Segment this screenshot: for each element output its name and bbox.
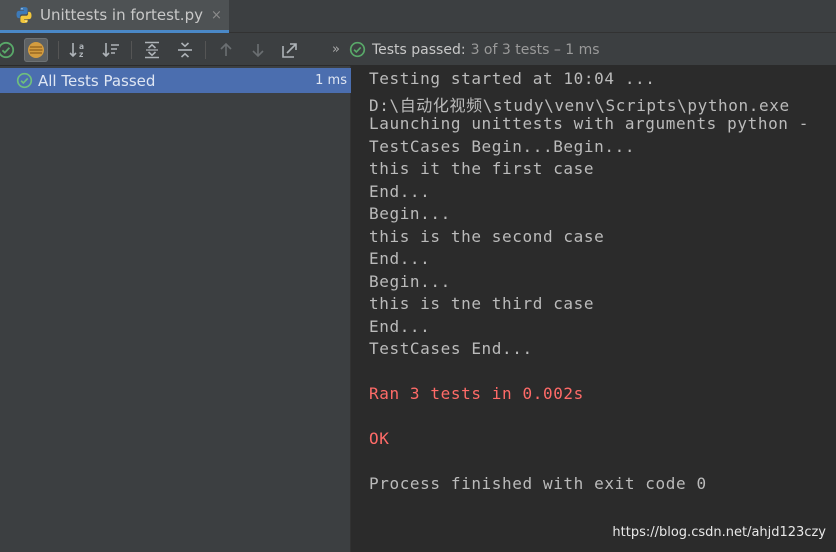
tree-item-all-tests[interactable]: All Tests Passed 1 ms — [0, 68, 351, 93]
toolbar-separator — [205, 41, 206, 59]
console-line: End... — [369, 316, 431, 336]
expand-all-button[interactable] — [140, 38, 164, 62]
watermark: https://blog.csdn.net/ahjd123czy — [612, 525, 826, 540]
check-circle-icon — [0, 41, 15, 59]
tree-item-label: All Tests Passed — [38, 71, 156, 90]
status-label: Tests passed: — [371, 41, 466, 58]
arrow-up-icon — [220, 42, 232, 56]
console-line: this is the second case — [369, 226, 605, 246]
console-line: Begin... — [369, 271, 451, 291]
toolbar-separator — [58, 41, 59, 59]
chevron-right-icon[interactable]: » — [332, 42, 340, 57]
export-results-button[interactable] — [278, 38, 302, 62]
tab-title: Unittests in fortest.py — [40, 6, 203, 24]
collapse-all-button[interactable] — [173, 38, 197, 62]
export-icon — [282, 43, 297, 58]
console-line: this it the first case — [369, 159, 595, 178]
expand-all-icon — [145, 41, 159, 59]
tree-item-duration: 1 ms — [315, 73, 347, 88]
previous-failed-test-button[interactable] — [214, 38, 238, 62]
tab-bar: Unittests in fortest.py × — [0, 0, 836, 33]
console-line: Ran 3 tests in 0.002s — [369, 384, 584, 403]
test-tree-panel: All Tests Passed 1 ms — [0, 66, 351, 552]
console-line: End... — [369, 181, 431, 201]
console-line: OK — [369, 429, 390, 448]
sort-alphabetically-button[interactable]: a z — [66, 38, 90, 62]
arrow-down-icon — [252, 44, 264, 58]
test-status-bar: » Tests passed: 3 of 3 tests – 1 ms — [332, 33, 600, 66]
console-line: Begin... — [369, 204, 451, 223]
console-line: End... — [369, 249, 431, 268]
console-line: TestCases Begin...Begin... — [369, 136, 636, 156]
console-line: Process finished with exit code 0 — [369, 474, 707, 493]
toolbar-separator — [131, 41, 132, 59]
show-ignored-button[interactable] — [24, 38, 48, 62]
check-circle-icon — [349, 41, 366, 58]
check-circle-icon — [16, 72, 33, 89]
tab-unittests[interactable]: Unittests in fortest.py × — [0, 0, 229, 33]
sort-by-duration-button[interactable] — [99, 38, 123, 62]
console-line: Launching unittests with arguments pytho… — [369, 114, 810, 133]
show-passed-button[interactable] — [0, 38, 18, 62]
svg-text:z: z — [79, 50, 83, 59]
console-line: TestCases End... — [369, 339, 533, 358]
sort-duration-icon — [102, 43, 119, 58]
console-line: Testing started at 10:04 ... — [369, 69, 656, 88]
tab-close-icon[interactable]: × — [211, 8, 222, 23]
python-icon — [15, 6, 33, 24]
console-output[interactable]: Testing started at 10:04 ... D:\自动化视频\stu… — [351, 66, 836, 552]
console-line: this is tne third case — [369, 294, 595, 313]
status-count: 3 of 3 tests – 1 ms — [470, 41, 600, 58]
collapse-all-icon — [178, 42, 192, 58]
ignored-icon — [28, 42, 44, 58]
console-line: D:\自动化视频\study\venv\Scripts\python.exe — [369, 95, 790, 115]
sort-alpha-icon: a z — [69, 42, 84, 59]
next-failed-test-button[interactable] — [246, 38, 270, 62]
